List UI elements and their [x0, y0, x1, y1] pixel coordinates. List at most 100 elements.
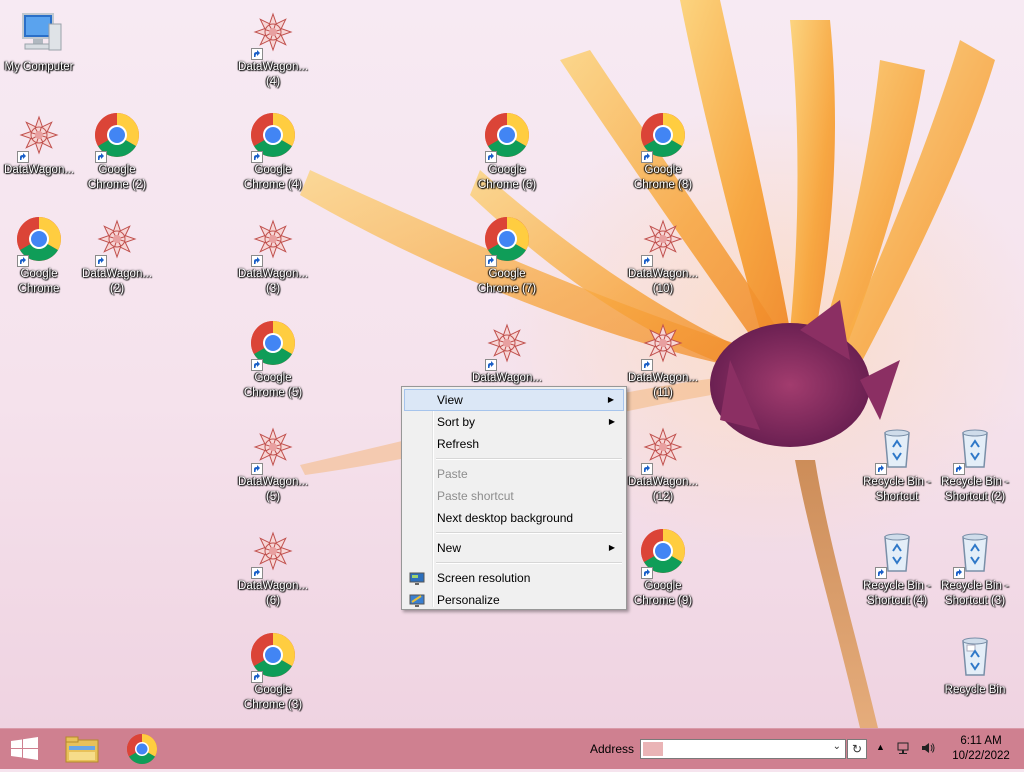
- menu-item-label: View: [437, 393, 463, 407]
- shortcut-arrow-icon: [95, 255, 107, 267]
- menu-item-label: Screen resolution: [437, 571, 531, 585]
- desktop-icon-recycle-bin-shortcut-3[interactable]: Recycle Bin - Shortcut (3): [936, 527, 1014, 609]
- submenu-arrow-icon: ▶: [608, 417, 615, 426]
- shortcut-arrow-icon: [953, 463, 965, 475]
- menu-item-label: New: [437, 541, 462, 555]
- taskbar-google-chrome[interactable]: [114, 729, 170, 769]
- desktop-icon-recycle-bin-shortcut-4[interactable]: Recycle Bin - Shortcut (4): [858, 527, 936, 609]
- chrome-icon: [247, 319, 299, 371]
- desktop-icon-datawagon-6[interactable]: DataWagon... (6): [234, 527, 312, 609]
- icon-label: Google Chrome (4): [243, 164, 303, 191]
- desktop-icon-google-chrome-5[interactable]: Google Chrome (5): [234, 319, 312, 401]
- desktop-icon-recycle-bin-shortcut[interactable]: Recycle Bin - Shortcut: [858, 423, 936, 505]
- shortcut-arrow-icon: [875, 567, 887, 579]
- icon-label: DataWagon... (2): [82, 268, 152, 295]
- desktop-icon-datawagon-10[interactable]: DataWagon... (10): [624, 215, 702, 297]
- menu-item-sort-by[interactable]: Sort by ▶: [404, 411, 624, 433]
- icon-label: DataWagon... (4): [238, 61, 308, 88]
- datawagon-icon: [91, 215, 143, 267]
- menu-item-screen-resolution[interactable]: Screen resolution: [404, 567, 624, 589]
- recycle-bin-icon: [949, 527, 1001, 579]
- shortcut-arrow-icon: [953, 567, 965, 579]
- desktop-icon-google-chrome[interactable]: Google Chrome: [0, 215, 78, 297]
- menu-item-label: Refresh: [437, 437, 480, 451]
- menu-item-refresh[interactable]: Refresh: [404, 433, 624, 455]
- icon-label: DataWagon...: [4, 164, 74, 176]
- menu-item-paste: Paste: [404, 463, 624, 485]
- datawagon-icon: [247, 527, 299, 579]
- submenu-arrow-icon: ▶: [607, 395, 614, 404]
- desktop-icon-datawagon-12[interactable]: DataWagon... (12): [624, 423, 702, 505]
- datawagon-icon: [13, 111, 65, 163]
- desktop-icon-google-chrome-2[interactable]: Google Chrome (2): [78, 111, 156, 193]
- show-hidden-icons-button[interactable]: ▲: [876, 742, 885, 752]
- personalize-icon: [409, 593, 425, 607]
- desktop[interactable]: My Computer DataWagon... Google Chrome (…: [0, 0, 1024, 728]
- chrome-icon: [126, 734, 158, 765]
- desktop-icon-datawagon-4[interactable]: DataWagon... (4): [234, 8, 312, 90]
- icon-label: Google Chrome (8): [633, 164, 693, 191]
- volume-icon[interactable]: [920, 740, 936, 759]
- desktop-icon-datawagon-11[interactable]: DataWagon... (11): [624, 319, 702, 401]
- datawagon-icon: [247, 423, 299, 475]
- shortcut-arrow-icon: [95, 151, 107, 163]
- shortcut-arrow-icon: [251, 463, 263, 475]
- desktop-icon-google-chrome-4[interactable]: Google Chrome (4): [234, 111, 312, 193]
- desktop-icon-datawagon-3[interactable]: DataWagon... (3): [234, 215, 312, 297]
- icon-label: Google Chrome (3): [243, 684, 303, 711]
- desktop-icon-datawagon[interactable]: DataWagon...: [0, 111, 78, 178]
- desktop-icon-google-chrome-8[interactable]: Google Chrome (8): [624, 111, 702, 193]
- shortcut-arrow-icon: [641, 151, 653, 163]
- chrome-icon: [247, 111, 299, 163]
- submenu-arrow-icon: ▶: [608, 543, 615, 552]
- icon-label: Google Chrome (6): [477, 164, 537, 191]
- shortcut-arrow-icon: [251, 567, 263, 579]
- recycle-bin-icon: [871, 527, 923, 579]
- recycle-bin-icon: [871, 423, 923, 475]
- desktop-icon-datawagon-2[interactable]: DataWagon... (2): [78, 215, 156, 297]
- network-icon[interactable]: [896, 740, 912, 759]
- icon-label: DataWagon... (11): [628, 372, 698, 399]
- taskbar-file-explorer[interactable]: [54, 729, 110, 769]
- address-toolbar-label: Address: [590, 742, 635, 756]
- icon-label: Recycle Bin: [944, 684, 1006, 696]
- clock-date: 10/22/2022: [952, 750, 1010, 762]
- address-refresh-button[interactable]: ↻: [847, 739, 867, 759]
- icon-label: DataWagon... (5): [238, 476, 308, 503]
- icon-label: DataWagon... (10): [628, 268, 698, 295]
- icon-label: Google Chrome (2): [87, 164, 147, 191]
- recycle-bin-icon: [949, 423, 1001, 475]
- desktop-icon-recycle-bin[interactable]: Recycle Bin: [936, 631, 1014, 698]
- desktop-icon-datawagon-hidden[interactable]: DataWagon...: [468, 319, 546, 386]
- icon-label: Recycle Bin - Shortcut (2): [941, 476, 1009, 503]
- desktop-icon-google-chrome-9[interactable]: Google Chrome (9): [624, 527, 702, 609]
- desktop-icon-recycle-bin-shortcut-2[interactable]: Recycle Bin - Shortcut (2): [936, 423, 1014, 505]
- taskbar-clock[interactable]: 6:11 AM 10/22/2022: [950, 734, 1012, 764]
- desktop-icon-google-chrome-3[interactable]: Google Chrome (3): [234, 631, 312, 713]
- desktop-icon-datawagon-5[interactable]: DataWagon... (5): [234, 423, 312, 505]
- chrome-icon: [637, 527, 689, 579]
- menu-item-label: Next desktop background: [437, 511, 574, 525]
- shortcut-arrow-icon: [641, 255, 653, 267]
- start-button[interactable]: [0, 729, 56, 769]
- icon-label: Recycle Bin - Shortcut: [863, 476, 931, 503]
- shortcut-arrow-icon: [251, 359, 263, 371]
- desktop-icon-my-computer[interactable]: My Computer: [0, 8, 78, 75]
- shortcut-arrow-icon: [641, 359, 653, 371]
- menu-item-paste-shortcut: Paste shortcut: [404, 485, 624, 507]
- shortcut-arrow-icon: [485, 151, 497, 163]
- menu-item-new[interactable]: New ▶: [404, 537, 624, 559]
- taskbar: Address ⌄ ↻ ▲ 6:11 AM 10/22/2022: [0, 728, 1024, 769]
- chrome-icon: [637, 111, 689, 163]
- menu-item-personalize[interactable]: Personalize: [404, 589, 624, 611]
- address-input[interactable]: ⌄: [640, 739, 846, 759]
- desktop-icon-google-chrome-6[interactable]: Google Chrome (6): [468, 111, 546, 193]
- icon-label: Google Chrome: [18, 268, 60, 295]
- menu-separator: [436, 562, 622, 564]
- shortcut-arrow-icon: [875, 463, 887, 475]
- desktop-icon-google-chrome-7[interactable]: Google Chrome (7): [468, 215, 546, 297]
- menu-item-view[interactable]: View ▶: [404, 389, 624, 411]
- chevron-down-icon[interactable]: ⌄: [833, 741, 841, 752]
- menu-item-next-desktop-background[interactable]: Next desktop background: [404, 507, 624, 529]
- shortcut-arrow-icon: [251, 255, 263, 267]
